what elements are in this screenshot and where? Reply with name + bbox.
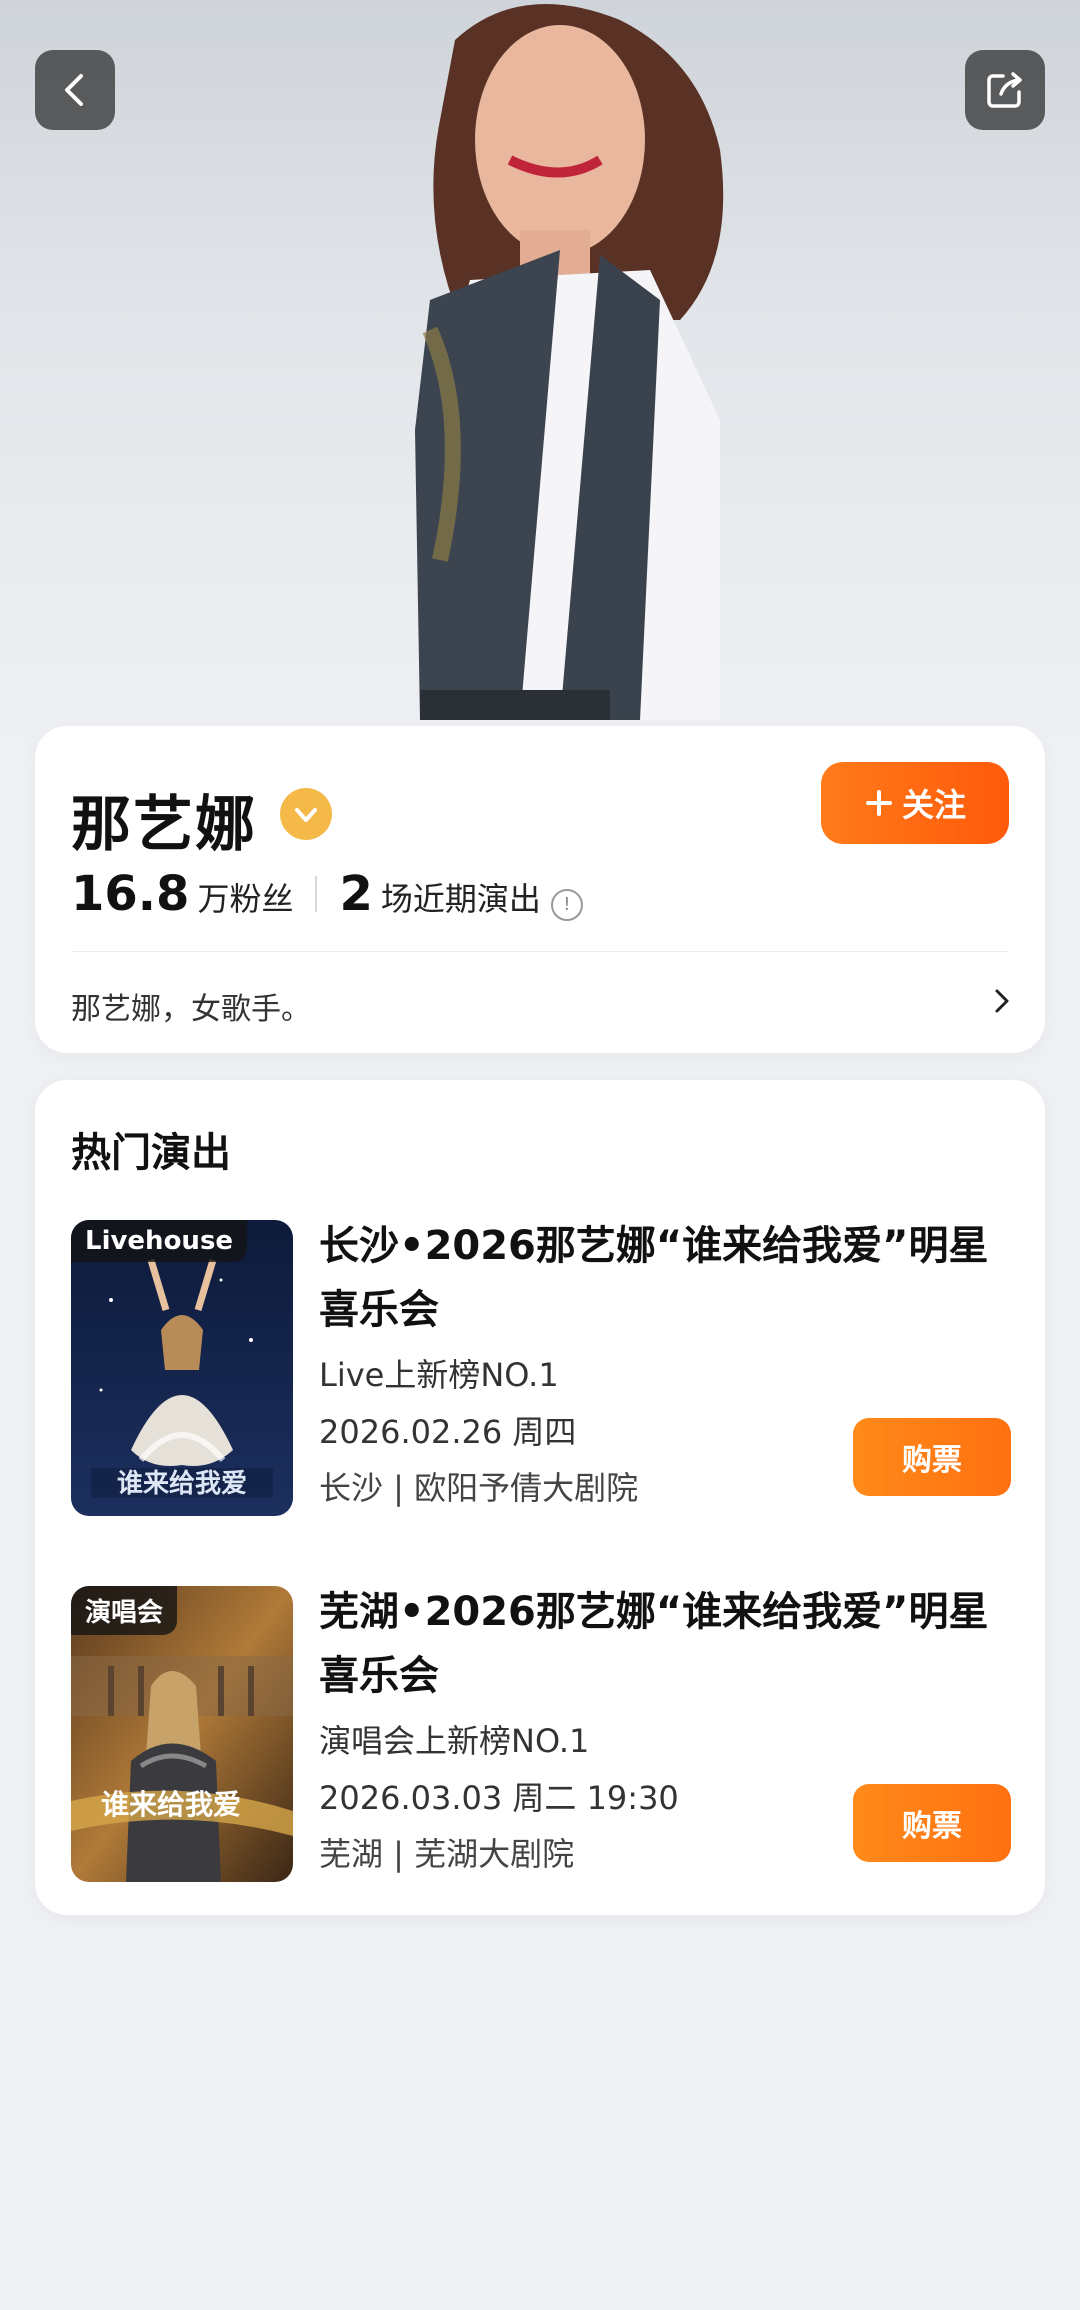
shows-unit: 场近期演出 xyxy=(380,880,541,918)
show-venue: 芜湖 | 芜湖大剧院 xyxy=(319,1835,575,1873)
show-item[interactable]: 谁来给我爱 Livehouse 长沙•2026那艺娜“谁来给我爱”明星喜乐会 L… xyxy=(71,1220,1011,1520)
card-divider xyxy=(71,951,1009,952)
back-button[interactable] xyxy=(35,50,115,130)
verified-badge-icon xyxy=(280,788,332,840)
shows-count: 2 xyxy=(339,866,373,922)
show-tag: Livehouse xyxy=(71,1220,248,1262)
hot-shows-card: 热门演出 谁来给我爱 Livehouse 长沙•2026那艺娜“谁来给我爱”明星… xyxy=(35,1080,1045,1915)
show-poster[interactable]: 谁来给我爱 演唱会 xyxy=(71,1586,293,1882)
poster-title-art: 谁来给我爱 xyxy=(117,1468,247,1499)
chevron-right-icon[interactable] xyxy=(989,981,1015,1021)
buy-ticket-button[interactable]: 购票 xyxy=(853,1418,1011,1496)
show-title[interactable]: 芜湖•2026那艺娜“谁来给我爱”明星喜乐会 xyxy=(319,1580,1009,1708)
artist-stats: 16.8 万粉丝 2 场近期演出 ! xyxy=(71,866,583,922)
show-tag: 演唱会 xyxy=(71,1586,178,1635)
buy-ticket-button[interactable]: 购票 xyxy=(853,1784,1011,1862)
show-venue: 长沙 | 欧阳予倩大剧院 xyxy=(319,1469,639,1507)
info-icon[interactable]: ! xyxy=(550,888,583,921)
section-title: 热门演出 xyxy=(71,1130,231,1176)
follow-button[interactable]: 关注 xyxy=(821,762,1009,844)
share-icon xyxy=(987,72,1022,108)
follow-label: 关注 xyxy=(901,786,966,824)
show-rank: 演唱会上新榜NO.1 xyxy=(319,1722,590,1760)
chevron-left-icon xyxy=(65,74,83,106)
artist-bio[interactable]: 那艺娜，女歌手。 xyxy=(71,984,311,1028)
show-rank: Live上新榜NO.1 xyxy=(319,1356,559,1394)
poster-title-art: 谁来给我爱 xyxy=(101,1788,241,1821)
plus-icon xyxy=(865,790,892,816)
artist-hero-photo xyxy=(0,0,1080,760)
fans-count: 16.8 xyxy=(71,866,190,922)
artist-name: 那艺娜 xyxy=(71,790,257,860)
share-button[interactable] xyxy=(965,50,1045,130)
show-item[interactable]: 谁来给我爱 演唱会 芜湖•2026那艺娜“谁来给我爱”明星喜乐会 演唱会上新榜N… xyxy=(71,1586,1011,1886)
show-date: 2026.03.03 周二 19:30 xyxy=(319,1779,679,1817)
show-poster[interactable]: 谁来给我爱 Livehouse xyxy=(71,1220,293,1516)
artist-info-card: 那艺娜 关注 16.8 万粉丝 2 场近期演出 ! 那艺娜，女歌手。 xyxy=(35,726,1045,1053)
fans-unit: 万粉丝 xyxy=(197,880,294,918)
stats-divider xyxy=(315,876,318,912)
show-date: 2026.02.26 周四 xyxy=(319,1413,577,1451)
show-title[interactable]: 长沙•2026那艺娜“谁来给我爱”明星喜乐会 xyxy=(319,1214,1009,1342)
